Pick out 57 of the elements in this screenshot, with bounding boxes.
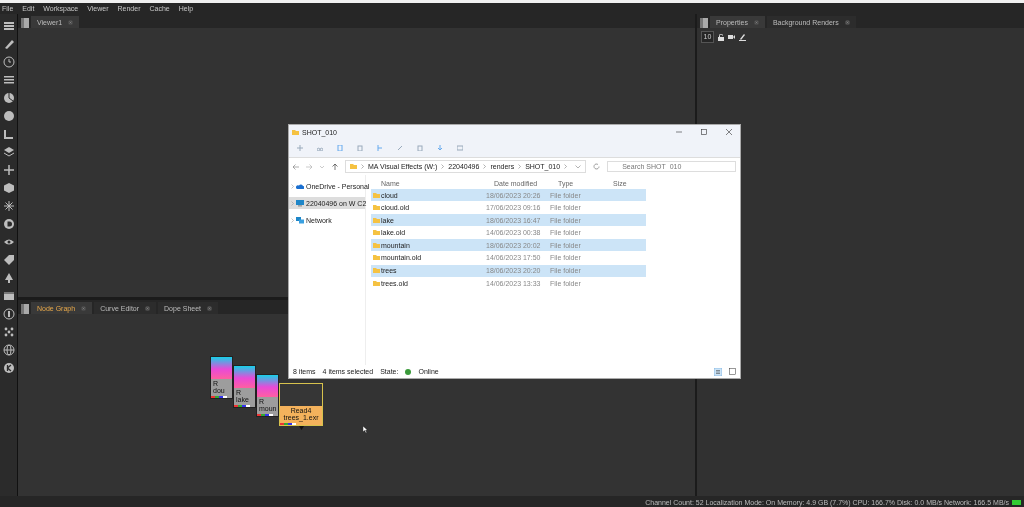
close-icon[interactable] <box>207 305 213 311</box>
close-icon[interactable] <box>844 19 850 25</box>
d-circle-icon[interactable] <box>2 218 15 230</box>
tag-icon[interactable] <box>2 254 15 266</box>
close-icon[interactable] <box>68 19 74 25</box>
lock-icon[interactable] <box>718 33 724 41</box>
dropdown-icon[interactable] <box>575 164 582 169</box>
stack-icon[interactable] <box>2 20 15 32</box>
clock-icon[interactable] <box>2 56 15 68</box>
tiles-view-icon[interactable] <box>729 368 736 375</box>
forward-icon[interactable] <box>306 163 312 170</box>
color-wheel-icon[interactable] <box>2 92 15 104</box>
dropdown-icon[interactable] <box>319 163 325 170</box>
folder-icon <box>350 164 357 169</box>
arrow-icon <box>299 426 304 430</box>
chevron-icon[interactable] <box>291 200 294 206</box>
cursor-icon <box>363 426 368 433</box>
pen-icon[interactable] <box>739 33 746 41</box>
sparkle-icon[interactable] <box>2 200 15 212</box>
chevron-icon <box>564 164 568 169</box>
monitor-icon <box>296 199 304 207</box>
k-circle-icon[interactable] <box>2 362 15 374</box>
sort-icon[interactable] <box>437 145 443 151</box>
angle-icon[interactable] <box>2 128 15 140</box>
globe-icon[interactable] <box>2 344 15 356</box>
status-indicator <box>1012 499 1021 505</box>
new-icon[interactable] <box>297 145 303 151</box>
copy-icon[interactable] <box>337 145 343 151</box>
brush-icon[interactable] <box>2 38 15 50</box>
circle-icon[interactable] <box>2 110 15 122</box>
minimize-icon[interactable] <box>676 129 682 135</box>
particles-icon[interactable] <box>2 326 15 338</box>
chevron-icon[interactable] <box>291 217 294 223</box>
network-icon <box>296 216 304 224</box>
layers-icon[interactable] <box>2 146 15 158</box>
cube-icon[interactable] <box>2 182 15 194</box>
tree-icon[interactable] <box>2 272 15 284</box>
up-icon[interactable] <box>332 163 338 170</box>
chevron-icon <box>483 164 487 169</box>
panel-icon[interactable] <box>2 290 15 302</box>
cloud-icon <box>296 182 304 190</box>
back-icon[interactable] <box>293 163 299 170</box>
chevron-icon <box>441 164 445 169</box>
lines-icon[interactable] <box>2 74 15 86</box>
close-icon[interactable] <box>726 129 732 135</box>
folder-icon <box>292 129 299 135</box>
chevron-icon <box>361 164 364 169</box>
chevron-icon[interactable] <box>291 183 294 189</box>
chevron-icon <box>518 164 522 169</box>
maximize-icon[interactable] <box>701 129 707 135</box>
camera-icon[interactable] <box>728 34 735 40</box>
move-icon[interactable] <box>2 164 15 176</box>
close-icon[interactable] <box>753 19 759 25</box>
close-icon[interactable] <box>81 305 87 311</box>
details-view-icon[interactable] <box>714 367 722 376</box>
close-icon[interactable] <box>145 305 151 311</box>
refresh-icon[interactable] <box>593 163 601 170</box>
